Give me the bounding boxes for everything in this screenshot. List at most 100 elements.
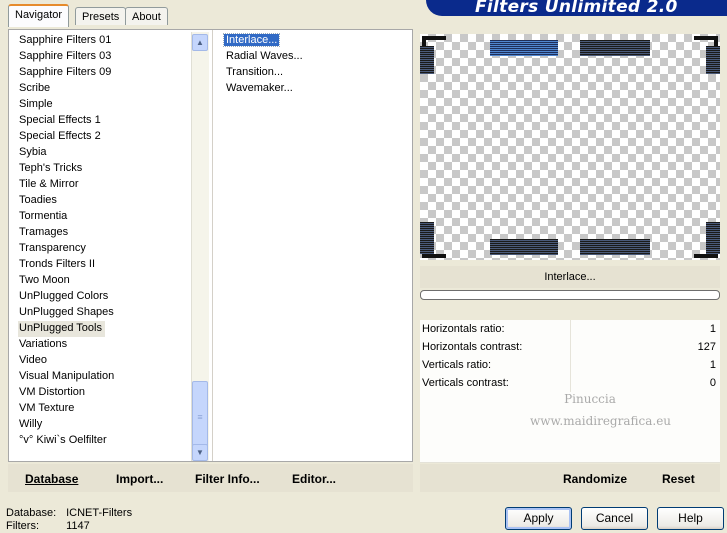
category-item[interactable]: Video <box>18 353 193 369</box>
database-button[interactable]: Database <box>25 472 78 486</box>
category-item[interactable]: UnPlugged Tools <box>18 321 193 337</box>
list-divider <box>212 30 213 461</box>
filter-label: Transition... <box>226 66 284 78</box>
category-item[interactable]: UnPlugged Shapes <box>18 305 193 321</box>
category-label: Visual Manipulation <box>19 370 115 382</box>
scroll-down-button[interactable]: ▼ <box>192 444 208 461</box>
filters-count-value: 1147 <box>66 520 90 532</box>
filter-navigator-panel: Sapphire Filters 01 Sapphire Filters 03 Sa… <box>8 29 413 462</box>
param-label: Horizontals ratio: <box>422 323 505 335</box>
progress-bar <box>420 290 720 300</box>
preview-stripe <box>580 40 650 56</box>
category-item[interactable]: Tormentia <box>18 209 193 225</box>
filter-item[interactable]: Wavemaker... <box>224 81 404 97</box>
category-item[interactable]: Variations <box>18 337 193 353</box>
category-label: VM Distortion <box>19 386 86 398</box>
category-item[interactable]: Special Effects 2 <box>18 129 193 145</box>
param-row-horizontals-contrast[interactable]: Horizontals contrast: 127 <box>420 338 720 357</box>
category-item[interactable]: Simple <box>18 97 193 113</box>
category-label: Video <box>19 354 47 366</box>
preview-stripe <box>490 239 558 255</box>
category-item[interactable]: °v° Kiwi`s Oelfilter <box>18 433 193 449</box>
category-item[interactable]: VM Texture <box>18 401 193 417</box>
filter-label: Interlace... <box>222 33 281 47</box>
category-item[interactable]: Sapphire Filters 01 <box>18 33 193 49</box>
database-value: ICNET-Filters <box>66 507 133 519</box>
category-item[interactable]: Sapphire Filters 09 <box>18 65 193 81</box>
category-scrollbar[interactable]: ▲ ≡ ▼ <box>191 32 209 461</box>
scroll-up-button[interactable]: ▲ <box>192 34 208 51</box>
category-item[interactable]: Sapphire Filters 03 <box>18 49 193 65</box>
preview-stripe <box>580 239 650 255</box>
param-value: 1 <box>709 323 716 335</box>
filter-label: Wavemaker... <box>226 82 293 94</box>
category-item[interactable]: Two Moon <box>18 273 193 289</box>
category-item[interactable]: UnPlugged Colors <box>18 289 193 305</box>
filter-item[interactable]: Transition... <box>224 65 404 81</box>
preview-stripe <box>420 46 434 74</box>
filter-item[interactable]: Interlace... <box>222 33 404 49</box>
category-list[interactable]: Sapphire Filters 01 Sapphire Filters 03 Sa… <box>18 33 193 449</box>
category-label: Tile & Mirror <box>19 178 79 190</box>
category-label: Transparency <box>19 242 86 254</box>
param-row-verticals-ratio[interactable]: Verticals ratio: 1 <box>420 356 720 375</box>
filter-list[interactable]: Interlace... Radial Waves... Transition...… <box>222 33 404 97</box>
category-label: Toadies <box>19 194 57 206</box>
database-label: Database: <box>6 507 57 519</box>
category-label: Sapphire Filters 01 <box>19 34 112 46</box>
category-item[interactable]: Sybia <box>18 145 193 161</box>
tab-presets[interactable]: Presets <box>75 7 127 25</box>
category-item[interactable]: Tramages <box>18 225 193 241</box>
editor-button[interactable]: Editor... <box>292 472 336 486</box>
category-label: Sybia <box>19 146 47 158</box>
navigator-button-bar: Database Import... Filter Info... Editor… <box>8 464 413 492</box>
category-item[interactable]: Tronds Filters II <box>18 257 193 273</box>
preview-image[interactable] <box>420 34 720 260</box>
category-item[interactable]: Special Effects 1 <box>18 113 193 129</box>
reset-button[interactable]: Reset <box>662 472 695 486</box>
category-label: Special Effects 1 <box>19 114 101 126</box>
category-label: Variations <box>19 338 68 350</box>
tab-navigator[interactable]: Navigator <box>8 4 70 27</box>
param-value: 0 <box>709 377 716 389</box>
category-item[interactable]: VM Distortion <box>18 385 193 401</box>
param-row-horizontals-ratio[interactable]: Horizontals ratio: 1 <box>420 320 720 339</box>
param-value: 1 <box>709 359 716 371</box>
current-filter-name: Interlace... <box>420 266 720 288</box>
watermark-name: Pinuccia <box>564 392 616 406</box>
category-label: Willy <box>19 418 43 430</box>
category-item[interactable]: Transparency <box>18 241 193 257</box>
category-label: Simple <box>19 98 53 110</box>
category-item[interactable]: Toadies <box>18 193 193 209</box>
category-item[interactable]: Tile & Mirror <box>18 177 193 193</box>
help-button[interactable]: Help <box>657 507 724 530</box>
category-label: VM Texture <box>19 402 75 414</box>
filter-item[interactable]: Radial Waves... <box>224 49 404 65</box>
apply-button[interactable]: Apply <box>505 507 572 530</box>
param-row-empty <box>420 446 720 463</box>
preview-stripe <box>490 40 558 56</box>
category-label: Sapphire Filters 03 <box>19 50 112 62</box>
category-label: Sapphire Filters 09 <box>19 66 112 78</box>
category-item[interactable]: Teph's Tricks <box>18 161 193 177</box>
param-label: Horizontals contrast: <box>422 341 523 353</box>
scroll-thumb[interactable]: ≡ <box>192 381 208 452</box>
category-item[interactable]: Willy <box>18 417 193 433</box>
tab-about[interactable]: About <box>125 7 168 25</box>
database-info: Database: ICNET-Filters Filters: 1147 <box>6 507 132 533</box>
param-label: Verticals contrast: <box>422 377 509 389</box>
category-label: Tormentia <box>19 210 68 222</box>
category-label: °v° Kiwi`s Oelfilter <box>19 434 107 446</box>
watermark: Pinuccia www.maidiregrafica.eu <box>530 388 671 432</box>
filters-count-label: Filters: <box>6 520 39 532</box>
category-label: Two Moon <box>19 274 70 286</box>
filter-info-button[interactable]: Filter Info... <box>195 472 260 486</box>
category-item[interactable]: Visual Manipulation <box>18 369 193 385</box>
category-label: Tramages <box>19 226 69 238</box>
category-label: Special Effects 2 <box>19 130 101 142</box>
randomize-button[interactable]: Randomize <box>563 472 627 486</box>
category-item[interactable]: Scribe <box>18 81 193 97</box>
category-label: Tronds Filters II <box>19 258 95 270</box>
import-button[interactable]: Import... <box>116 472 163 486</box>
cancel-button[interactable]: Cancel <box>581 507 648 530</box>
